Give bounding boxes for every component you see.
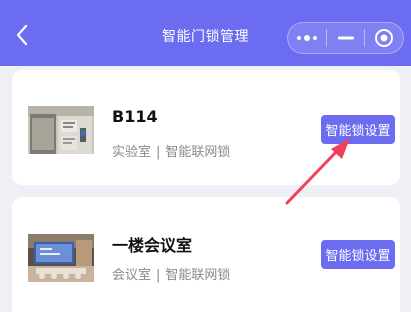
mini-program-capsule (287, 22, 404, 54)
header-bar: 智能门锁管理 (0, 0, 411, 66)
close-button[interactable] (365, 23, 403, 53)
meta-separator: | (156, 268, 161, 283)
lock-type: 智能联网锁 (165, 268, 231, 283)
target-circle-icon (375, 29, 394, 47)
lock-meta: 会议室 | 智能联网锁 (112, 264, 230, 283)
minimize-button[interactable] (327, 23, 365, 53)
lock-thumbnail (28, 106, 94, 154)
lock-card[interactable]: B114 实验室 | 智能联网锁 智能锁设置 (12, 70, 400, 185)
lock-name: 一楼会议室 (112, 236, 193, 255)
more-button[interactable] (288, 23, 326, 53)
lock-settings-button[interactable]: 智能锁设置 (321, 115, 395, 144)
lock-thumbnail (28, 234, 94, 282)
lock-meta: 实验室 | 智能联网锁 (112, 141, 230, 160)
lock-type: 智能联网锁 (165, 145, 231, 160)
lock-category: 会议室 (112, 268, 152, 283)
lock-card[interactable]: 一楼会议室 会议室 | 智能联网锁 智能锁设置 (12, 197, 400, 312)
minimize-icon (337, 36, 354, 40)
lock-name: B114 (112, 107, 158, 126)
more-dots-icon (296, 35, 317, 41)
lock-category: 实验室 (112, 145, 152, 160)
meta-separator: | (156, 145, 161, 160)
lock-settings-button[interactable]: 智能锁设置 (321, 240, 395, 269)
